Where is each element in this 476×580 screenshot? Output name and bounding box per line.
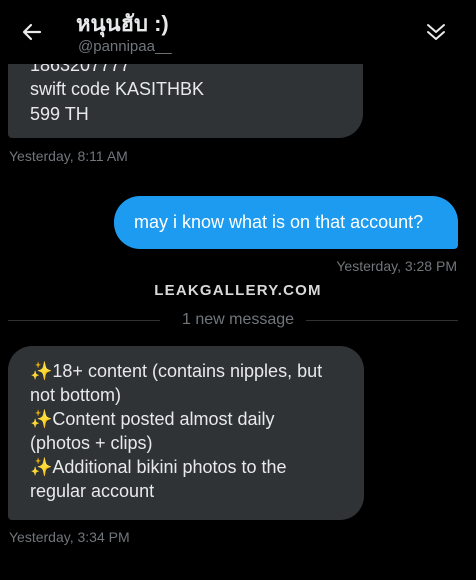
user-handle[interactable]: @pannipaa__ (78, 38, 172, 55)
message-bubble-incoming[interactable]: ✨18+ content (contains nipples, but not … (8, 346, 364, 520)
message-bubble-outgoing[interactable]: may i know what is on that account? (114, 196, 458, 249)
message-line: not bottom) (30, 385, 122, 405)
message-line: ✨Additional bikini photos to the (30, 457, 287, 477)
message-timestamp: Yesterday, 3:28 PM (336, 258, 457, 274)
message-timestamp: Yesterday, 8:11 AM (9, 148, 128, 164)
message-line: (photos + clips) (30, 433, 153, 453)
conversation-header: หนุนฮับ :) @pannipaa__ (0, 0, 476, 64)
back-button[interactable] (18, 18, 46, 46)
message-line: ✨Content posted almost daily (30, 409, 275, 429)
watermark: LEAKGALLERY.COM (154, 282, 322, 299)
arrow-left-icon (22, 23, 42, 41)
new-message-divider: 1 new message (181, 311, 295, 328)
message-line: ✨18+ content (contains nipples, but (30, 361, 323, 381)
message-line: 599 TH (30, 104, 89, 124)
message-line: regular account (30, 481, 155, 501)
double-chevron-down-icon (427, 24, 445, 40)
message-timestamp: Yesterday, 3:34 PM (9, 529, 130, 545)
message-line: swift code KASITHBK (30, 79, 205, 99)
collapse-button[interactable] (422, 18, 450, 46)
conversation-title[interactable]: หนุนฮับ :) (76, 6, 169, 41)
